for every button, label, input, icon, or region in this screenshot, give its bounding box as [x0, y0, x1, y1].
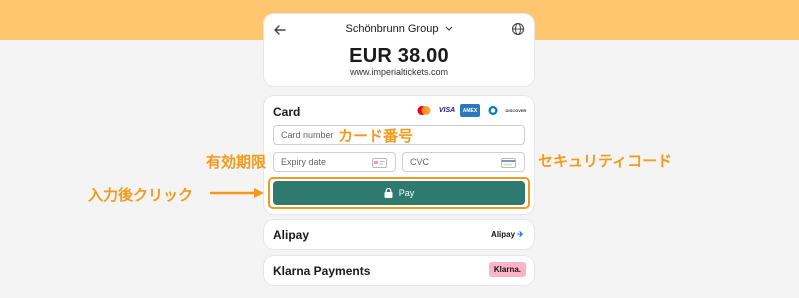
cvc-placeholder: CVC [410, 157, 430, 167]
expiry-date-placeholder: Expiry date [281, 157, 327, 167]
alipay-option[interactable]: Alipay Alipay ✈ [264, 220, 534, 249]
alipay-logo: Alipay ✈ [491, 230, 524, 239]
annotation-card-number: カード番号 [338, 128, 414, 145]
annotation-cvc: セキュリティコード [538, 153, 673, 170]
pay-button-label: Pay [398, 188, 415, 198]
klarna-label: Klarna Payments [273, 264, 371, 278]
merchant-selector[interactable]: Schönbrunn Group [264, 23, 534, 35]
diners-club-icon [483, 104, 503, 117]
airplane-icon: ✈ [517, 230, 524, 239]
card-number-placeholder: Card number [281, 130, 334, 140]
annotation-click: 入力後クリック [88, 187, 194, 204]
payment-amount: EUR 38.00 [349, 45, 449, 67]
expiry-date-input[interactable]: Expiry date [273, 152, 396, 172]
card-payment-panel: Card VISA AMEX DISCOVER Card number Expi… [264, 96, 534, 214]
arrow-right-icon [210, 188, 264, 198]
amex-icon: AMEX [460, 104, 480, 117]
alipay-label: Alipay [273, 228, 310, 242]
annotation-expiry: 有効期限 [206, 154, 267, 171]
calendar-card-icon [372, 158, 387, 168]
alipay-logo-text: Alipay [491, 230, 516, 239]
merchant-website: www.imperialtickets.com [349, 67, 449, 77]
lock-icon [384, 188, 393, 198]
klarna-option[interactable]: Klarna Payments Klarna. [264, 256, 534, 285]
cvc-input[interactable]: CVC [402, 152, 525, 172]
mastercard-icon [414, 104, 434, 117]
cvc-card-icon [501, 158, 516, 168]
globe-icon[interactable] [511, 22, 525, 36]
merchant-name: Schönbrunn Group [345, 23, 439, 35]
card-section-title: Card [273, 105, 301, 119]
payment-header: Schönbrunn Group EUR 38.00 www.imperialt… [264, 14, 534, 86]
discover-icon: DISCOVER [506, 104, 526, 117]
pay-button[interactable]: Pay [273, 181, 525, 205]
klarna-logo: Klarna. [488, 262, 526, 277]
card-brands: VISA AMEX DISCOVER [414, 104, 526, 117]
chevron-down-icon [445, 26, 452, 31]
visa-icon: VISA [437, 104, 457, 117]
